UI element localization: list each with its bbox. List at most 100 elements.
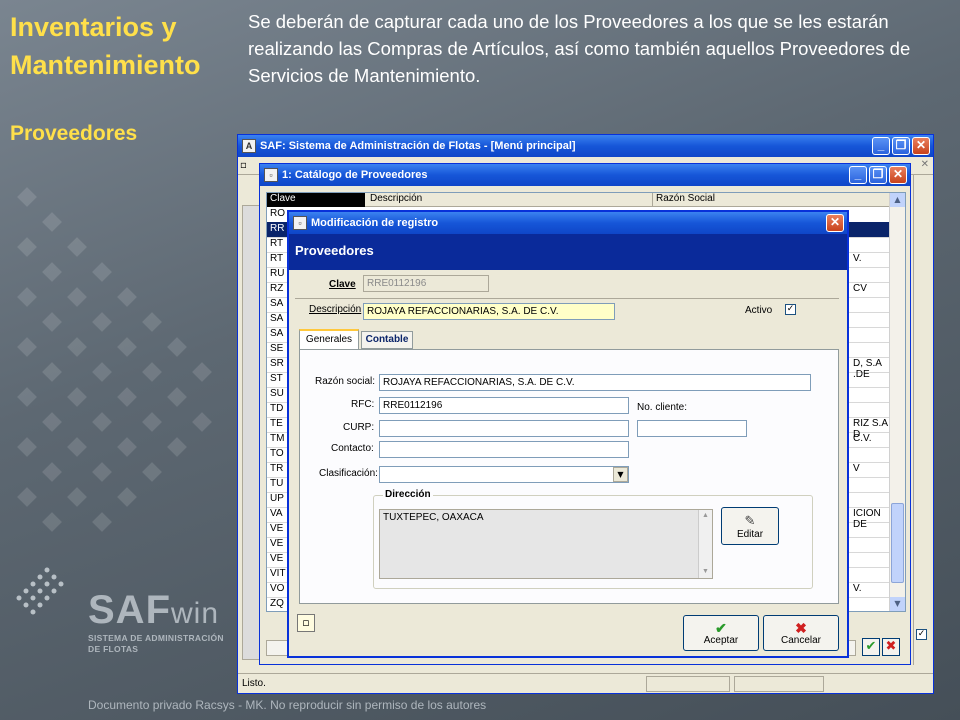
cell-clave: RZ (270, 283, 284, 294)
cell-clave: ST (270, 373, 283, 384)
accept-check-icon: ✔ (715, 619, 727, 636)
modify-dialog: ▫ Modificación de registro ✕ Proveedores… (287, 210, 849, 658)
rfc-field[interactable]: RRE0112196 (379, 397, 629, 414)
mdi-close-icon[interactable]: ✕ (921, 159, 929, 170)
razon-field[interactable]: ROJAYA REFACCIONARIAS, S.A. DE C.V. (379, 374, 811, 391)
status-bar: Listo. (238, 673, 933, 693)
direccion-scrollbar[interactable]: ▲ ▼ (698, 510, 712, 578)
slide-title-line1: Inventarios y (10, 12, 177, 42)
cell-clave: TR (270, 463, 284, 474)
minimize-button[interactable]: _ (872, 137, 890, 155)
direccion-group-label: Dirección (383, 489, 433, 500)
scroll-thumb[interactable] (891, 503, 904, 583)
aceptar-button[interactable]: ✔ Aceptar (683, 615, 759, 651)
edit-pencil-icon: ✎ (744, 512, 756, 528)
nocliente-label: No. cliente: (637, 402, 688, 413)
dialog-close-button[interactable]: ✕ (826, 214, 844, 232)
nocliente-field[interactable] (637, 420, 747, 437)
direccion-scroll-down-icon[interactable]: ▼ (699, 566, 712, 578)
direccion-scroll-up-icon[interactable]: ▲ (699, 510, 712, 522)
column-header-clave[interactable]: Clave (267, 193, 365, 207)
logo-win: win (171, 597, 220, 630)
razon-label: Razón social: (315, 376, 376, 387)
catalog-accept-icon[interactable]: ✔ (862, 638, 880, 656)
grid-scrollbar[interactable]: ▲ ▼ (889, 193, 905, 611)
logo-line1: SISTEMA DE ADMINISTRACIÓN (88, 633, 224, 643)
cell-clave: TO (270, 448, 284, 459)
descripcion-label: Descripción (309, 304, 362, 315)
clave-field: RRE0112196 (363, 275, 489, 292)
cell-razon-social: CV (853, 283, 867, 294)
catalog-restore-button[interactable]: ❐ (869, 166, 887, 184)
cell-clave: VE (270, 538, 284, 549)
cell-clave: VIT (270, 568, 286, 579)
grid-header: Clave Descripción Razón Social (267, 193, 905, 207)
cell-clave: UP (270, 493, 284, 504)
clasificacion-select[interactable] (379, 466, 629, 483)
logo-line2: DE FLOTAS (88, 644, 139, 654)
cell-clave: TE (270, 418, 283, 429)
catalog-minimize-button[interactable]: _ (849, 166, 867, 184)
status-pane-2 (734, 676, 824, 692)
column-header-descripcion[interactable]: Descripción (367, 193, 422, 204)
cell-clave: SR (270, 358, 284, 369)
contacto-field[interactable] (379, 441, 629, 458)
dialog-titlebar[interactable]: ▫ Modificación de registro ✕ (289, 212, 847, 234)
cancel-x-icon: ✖ (795, 619, 807, 636)
main-checkbox[interactable]: ✓ (916, 629, 927, 640)
dialog-icon: ▫ (293, 216, 307, 230)
close-button[interactable]: ✕ (912, 137, 930, 155)
new-record-icon[interactable]: ▫ (297, 614, 315, 632)
activo-checkbox[interactable]: ✓ (785, 304, 796, 315)
intro-text: Se deberán de capturar cada uno de los P… (248, 11, 911, 86)
restore-button[interactable]: ❐ (892, 137, 910, 155)
tab-contable[interactable]: Contable (361, 331, 413, 349)
cell-clave: TM (270, 433, 285, 444)
catalog-window-titlebar[interactable]: ▫ 1: Catálogo de Proveedores _ ❐ ✕ (260, 164, 910, 186)
cancelar-button[interactable]: ✖ Cancelar (763, 615, 839, 651)
header-divider (295, 298, 839, 299)
activo-label: Activo (745, 305, 773, 316)
main-right-panel (913, 175, 931, 665)
cell-clave: RT (270, 238, 284, 249)
logo-saf: SAF (88, 588, 171, 632)
direccion-value: TUXTEPEC, OAXACA (383, 512, 484, 523)
descripcion-field[interactable]: ROJAYA REFACCIONARIAS, S.A. DE C.V. (363, 303, 615, 320)
slide-title: Inventarios y Mantenimiento (10, 8, 201, 84)
clasificacion-chevron-down-icon[interactable]: ▼ (613, 467, 628, 482)
dialog-header-text: Proveedores (295, 243, 374, 258)
main-window-titlebar[interactable]: A SAF: Sistema de Administración de Flot… (238, 135, 933, 157)
curp-field[interactable] (379, 420, 629, 437)
main-window-title: SAF: Sistema de Administración de Flotas… (260, 140, 576, 152)
cell-clave: SA (270, 298, 284, 309)
curp-label: CURP: (343, 422, 375, 433)
scroll-up-icon[interactable]: ▲ (890, 193, 905, 207)
cell-clave: VE (270, 523, 284, 534)
cancelar-label: Cancelar (780, 634, 822, 646)
cell-clave: SA (270, 313, 284, 324)
logo-dots-icon (12, 560, 82, 630)
catalog-cancel-icon[interactable]: ✖ (882, 638, 900, 656)
scroll-down-icon[interactable]: ▼ (890, 597, 905, 611)
editar-button[interactable]: ✎ Editar (721, 507, 779, 545)
slide-title-line2: Mantenimiento (10, 50, 201, 80)
tab-generales[interactable]: Generales (299, 329, 359, 350)
cell-clave: RO (270, 208, 285, 219)
clave-label: Clave (329, 279, 356, 290)
aceptar-label: Aceptar (703, 634, 739, 646)
cell-clave: VE (270, 553, 284, 564)
cell-razon-social: V (853, 463, 860, 474)
cell-clave: SE (270, 343, 284, 354)
status-pane-1 (646, 676, 730, 692)
catalog-close-button[interactable]: ✕ (889, 166, 907, 184)
dialog-header-band: Proveedores (289, 234, 847, 270)
contacto-label: Contacto: (331, 443, 374, 454)
rfc-label: RFC: (351, 399, 375, 410)
dialog-title: Modificación de registro (311, 217, 439, 229)
cell-clave: SU (270, 388, 284, 399)
column-header-razon-social[interactable]: Razón Social (652, 193, 715, 207)
cell-razon-social: V. (853, 253, 862, 264)
cell-clave: RR (270, 223, 285, 234)
app-icon: A (242, 139, 256, 153)
status-text: Listo. (242, 678, 266, 689)
